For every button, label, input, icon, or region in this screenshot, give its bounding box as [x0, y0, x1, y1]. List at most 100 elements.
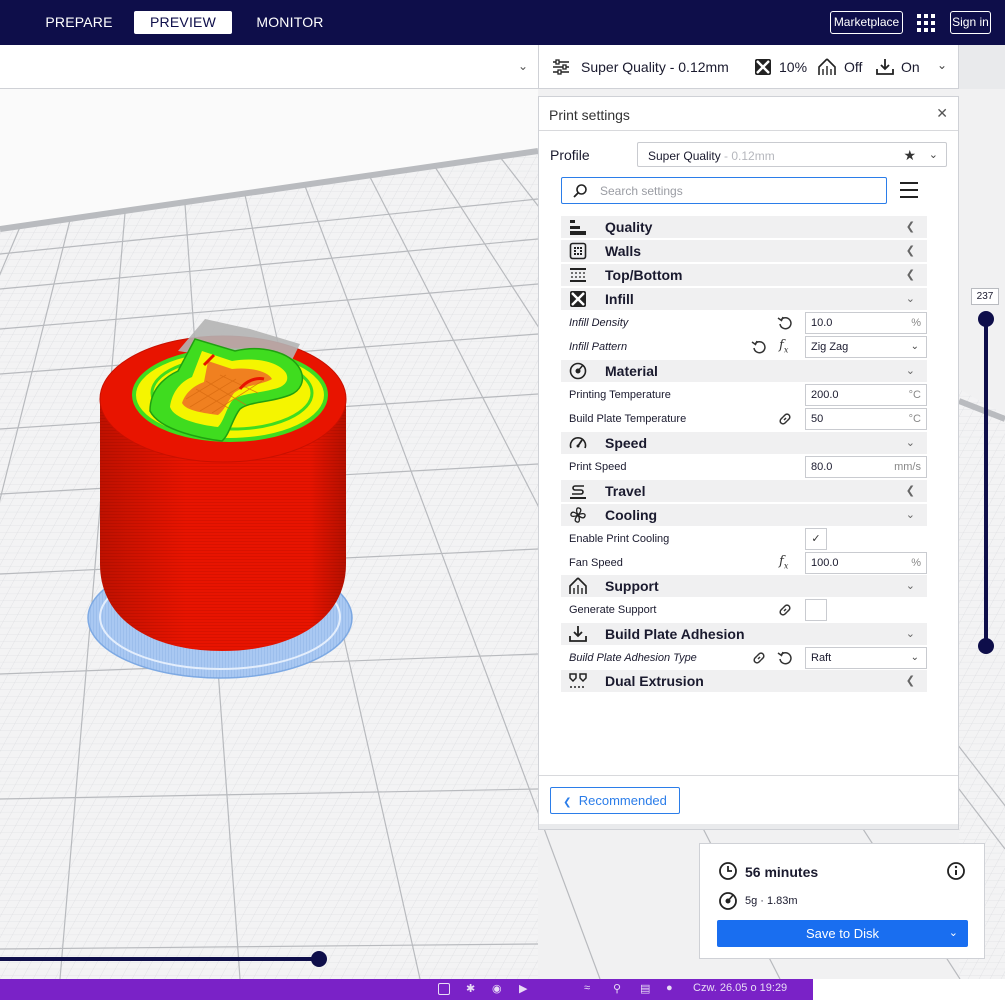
user-icon[interactable]: ◉ — [492, 982, 502, 995]
layer-slider-bottom-handle[interactable] — [978, 638, 994, 654]
media-icon[interactable]: ▶ — [519, 982, 527, 995]
category-walls[interactable]: Walls ❮ — [561, 240, 927, 262]
chevron-left-icon: ❮ — [563, 797, 572, 808]
chevron-left-icon: ❮ — [905, 221, 915, 233]
drive-icon[interactable] — [438, 983, 450, 995]
setting-fan-speed: Fan Speed fx 100.0 % — [561, 552, 927, 574]
infill-density-input[interactable]: 10.0 % — [805, 312, 927, 334]
setting-enable-print-cooling: Enable Print Cooling ✓ — [561, 528, 927, 550]
layer-slider-top-handle[interactable] — [978, 311, 994, 327]
field-value: Zig Zag — [811, 341, 849, 353]
category-speed[interactable]: Speed ⌄ — [561, 432, 927, 454]
layer-slider-track[interactable] — [984, 318, 988, 648]
save-to-disk-button[interactable]: Save to Disk ⌄ — [717, 920, 968, 947]
support-summary: Off — [844, 59, 863, 75]
printing-temperature-input[interactable]: 200.0 °C — [805, 384, 927, 406]
marketplace-button[interactable]: Marketplace — [830, 11, 903, 34]
category-cooling[interactable]: Cooling ⌄ — [561, 504, 927, 526]
chevron-down-icon: ⌄ — [937, 58, 948, 72]
category-quality[interactable]: Quality ❮ — [561, 216, 927, 238]
support-icon — [569, 577, 587, 594]
chevron-down-icon: ⌄ — [910, 652, 919, 663]
reset-icon[interactable] — [777, 315, 793, 331]
quality-icon — [570, 220, 586, 235]
chevron-down-icon: ⌄ — [910, 341, 919, 352]
setting-label: Build Plate Temperature — [569, 413, 687, 425]
field-value: 10.0 — [811, 317, 833, 329]
bluetooth-icon[interactable]: ✱ — [466, 982, 475, 995]
settings-menu-icon[interactable] — [900, 181, 918, 199]
enable-cooling-checkbox[interactable]: ✓ — [805, 528, 827, 550]
search-settings — [561, 177, 887, 204]
chevron-down-icon: ⌄ — [905, 293, 915, 305]
setting-label: Enable Print Cooling — [569, 533, 670, 545]
object-selector[interactable]: ⌄ — [0, 45, 538, 89]
category-topbottom[interactable]: Top/Bottom ❮ — [561, 264, 927, 286]
profile-dropdown[interactable]: Super Quality - 0.12mm ★ ⌄ — [637, 142, 947, 167]
tab-monitor[interactable]: MONITOR — [248, 11, 332, 34]
link-icon[interactable] — [751, 650, 767, 666]
category-travel[interactable]: Travel ❮ — [561, 480, 927, 502]
fan-speed-input[interactable]: 100.0 % — [805, 552, 927, 574]
reset-icon[interactable] — [777, 650, 793, 666]
setting-label: Print Speed — [569, 461, 627, 473]
clock-datetime[interactable]: Czw. 26.05 o 19:29 — [693, 982, 787, 994]
material-usage: 5g · 1.83m — [745, 895, 798, 907]
category-label: Walls — [605, 243, 642, 259]
field-unit: % — [911, 557, 921, 569]
formula-icon[interactable]: fx — [779, 554, 788, 571]
star-icon[interactable]: ★ — [903, 147, 916, 164]
simulation-slider-track[interactable] — [0, 957, 320, 961]
build-plate-temperature-input[interactable]: 50 °C — [805, 408, 927, 430]
field-unit: °C — [908, 413, 921, 425]
formula-icon[interactable]: fx — [779, 338, 788, 355]
travel-icon — [570, 485, 586, 499]
category-dual-extrusion[interactable]: Dual Extrusion ❮ — [561, 670, 927, 692]
adhesion-type-dropdown[interactable]: Raft ⌄ — [805, 647, 927, 669]
apps-grid-icon[interactable] — [917, 14, 935, 32]
category-label: Top/Bottom — [605, 267, 683, 283]
setting-printing-temperature: Printing Temperature 200.0 °C — [561, 384, 927, 406]
print-setup-selector[interactable]: Super Quality - 0.12mm 10% Off On ⌄ — [538, 45, 959, 89]
wifi-icon[interactable]: ≈ — [584, 982, 590, 994]
tab-prepare[interactable]: PREPARE — [40, 11, 118, 34]
chevron-down-icon: ⌄ — [905, 628, 915, 640]
print-settings-panel: Print settings ✕ Profile Super Quality -… — [538, 96, 959, 830]
infill-icon — [570, 291, 586, 307]
category-support[interactable]: Support ⌄ — [561, 575, 927, 597]
setting-label: Infill Pattern — [569, 341, 628, 353]
search-icon[interactable]: ⚲ — [613, 982, 621, 995]
chevron-down-icon[interactable]: ⌄ — [949, 920, 958, 947]
search-input[interactable] — [600, 182, 870, 200]
category-label: Material — [605, 363, 658, 379]
print-speed-input[interactable]: 80.0 mm/s — [805, 456, 927, 478]
generate-support-checkbox[interactable] — [805, 599, 827, 621]
category-material[interactable]: Material ⌄ — [561, 360, 927, 382]
field-value: 50 — [811, 413, 824, 425]
category-label: Infill — [605, 291, 634, 307]
print-time: 56 minutes — [745, 864, 819, 880]
setting-label: Infill Density — [569, 317, 629, 329]
infill-pattern-dropdown[interactable]: Zig Zag ⌄ — [805, 336, 927, 358]
chevron-down-icon: ⌄ — [905, 580, 915, 592]
os-taskbar: ✱ ◉ ▶ ≈ ⚲ ▤ ● Czw. 26.05 o 19:29 — [0, 979, 813, 1000]
print-output-panel: 56 minutes 5g · 1.83m Save to Disk ⌄ — [699, 843, 985, 959]
category-build-plate-adhesion[interactable]: Build Plate Adhesion ⌄ — [561, 623, 927, 645]
category-infill[interactable]: Infill ⌄ — [561, 288, 927, 310]
panel-resize-handle[interactable] — [539, 824, 958, 829]
chevron-down-icon: ⌄ — [928, 149, 938, 161]
simulation-slider-handle[interactable] — [311, 951, 327, 967]
sign-in-button[interactable]: Sign in — [950, 11, 991, 34]
recommended-mode-button[interactable]: ❮ Recommended — [550, 787, 680, 814]
link-icon[interactable] — [777, 602, 793, 618]
category-label: Travel — [605, 483, 646, 499]
siri-icon[interactable]: ● — [666, 982, 673, 994]
link-icon[interactable] — [777, 411, 793, 427]
info-icon[interactable] — [946, 861, 966, 881]
profile-layer-height: - 0.12mm — [720, 149, 775, 163]
control-center-icon[interactable]: ▤ — [640, 982, 650, 995]
tab-preview[interactable]: PREVIEW — [134, 11, 232, 34]
reset-icon[interactable] — [751, 339, 767, 355]
close-icon[interactable]: ✕ — [936, 105, 948, 122]
layer-number-badge[interactable]: 237 — [971, 288, 999, 305]
